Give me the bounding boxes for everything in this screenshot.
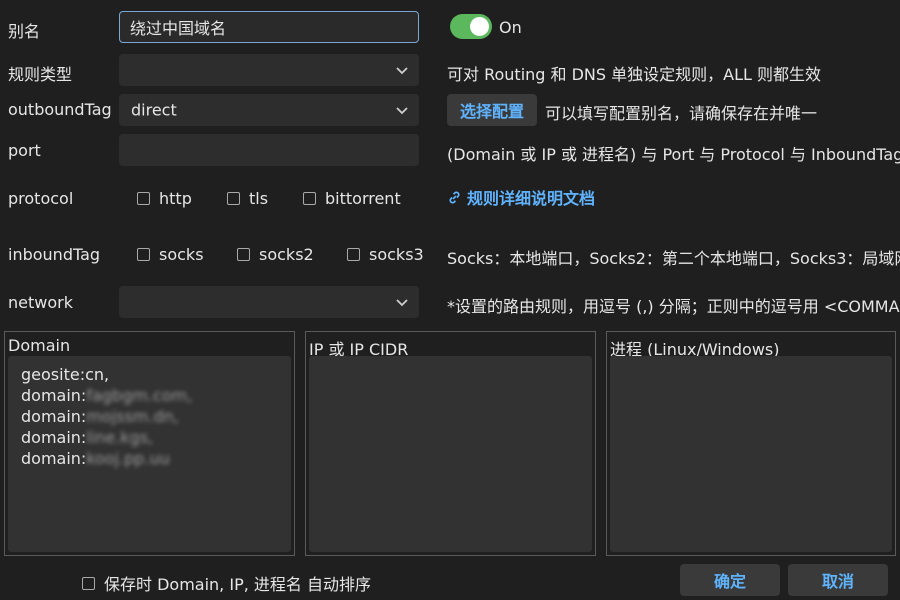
outbound-hint: 可以填写配置别名，请确保存在并唯一 <box>545 104 818 123</box>
domain-panel: Domain geosite:cn, domain:fagbgm.com, do… <box>4 331 295 556</box>
chevron-down-icon <box>396 107 408 115</box>
ok-button[interactable]: 确定 <box>680 564 780 596</box>
domain-line: domain:mojssm.dn, <box>21 407 179 426</box>
port-input[interactable] <box>119 134 419 166</box>
enabled-label: On <box>499 18 522 37</box>
ip-textarea[interactable] <box>309 356 592 552</box>
cancel-button[interactable]: 取消 <box>788 564 888 596</box>
autosort-label: 保存时 Domain, IP, 进程名 自动排序 <box>104 575 371 594</box>
alias-label: 别名 <box>8 22 41 41</box>
port-hint: (Domain 或 IP 或 进程名) 与 Port 与 Protocol 与 … <box>447 145 900 164</box>
toggle-knob <box>470 17 489 36</box>
checkbox-label: socks2 <box>259 245 314 264</box>
inbound-checkbox-socks3[interactable]: socks3 <box>347 245 424 264</box>
alias-value: 绕过中国域名 <box>130 19 227 38</box>
inbound-hint: Socks：本地端口，Socks2：第二个本地端口，Socks3：局域网 <box>447 249 900 268</box>
inbound-checkbox-socks[interactable]: socks <box>137 245 204 264</box>
checkbox-label: socks3 <box>369 245 424 264</box>
domain-line: geosite:cn, <box>21 365 110 384</box>
checkbox-label: tls <box>249 189 269 208</box>
domain-panel-title: Domain <box>8 336 71 355</box>
ip-panel: IP 或 IP CIDR <box>305 331 596 556</box>
rule-type-select[interactable] <box>119 54 419 86</box>
inbound-checkbox-socks2[interactable]: socks2 <box>237 245 314 264</box>
protocol-checkbox-tls[interactable]: tls <box>227 189 268 208</box>
checkbox-label: http <box>159 189 192 208</box>
chevron-down-icon <box>396 67 408 75</box>
select-config-button[interactable]: 选择配置 <box>447 94 537 126</box>
process-panel: 进程 (Linux/Windows) <box>606 331 896 556</box>
checkbox-icon[interactable] <box>137 248 150 261</box>
network-label: network <box>8 293 73 312</box>
outbound-value: direct <box>131 100 177 120</box>
domain-line: domain:fagbgm.com, <box>21 386 193 405</box>
rule-type-label: 规则类型 <box>8 65 73 84</box>
enabled-toggle[interactable] <box>450 14 492 39</box>
domain-textarea[interactable]: geosite:cn, domain:fagbgm.com, domain:mo… <box>8 356 291 552</box>
protocol-label: protocol <box>8 189 74 208</box>
domain-line: domain:kooj.pp.uu <box>21 449 170 468</box>
process-textarea[interactable] <box>610 356 892 552</box>
checkbox-icon[interactable] <box>137 192 150 205</box>
domain-lines: geosite:cn, domain:fagbgm.com, domain:mo… <box>21 364 192 469</box>
network-select[interactable] <box>119 286 419 318</box>
checkbox-label: socks <box>159 245 204 264</box>
port-label: port <box>8 141 41 160</box>
chevron-down-icon <box>396 299 408 307</box>
doc-link[interactable]: 规则详细说明文档 <box>447 185 595 209</box>
network-hint: *设置的路由规则，用逗号 (,) 分隔；正则中的逗号用 <COMMA> <box>447 297 900 316</box>
outbound-select[interactable]: direct <box>119 94 419 126</box>
checkbox-icon[interactable] <box>237 248 250 261</box>
checkbox-icon[interactable] <box>347 248 360 261</box>
link-icon <box>449 191 460 203</box>
rule-type-hint: 可对 Routing 和 DNS 单独设定规则，ALL 则都生效 <box>447 65 821 84</box>
checkbox-icon[interactable] <box>227 192 240 205</box>
autosort-checkbox[interactable]: 保存时 Domain, IP, 进程名 自动排序 <box>82 571 371 595</box>
checkbox-label: bittorrent <box>325 189 401 208</box>
protocol-checkbox-http[interactable]: http <box>137 189 192 208</box>
checkbox-icon[interactable] <box>303 192 316 205</box>
protocol-checkbox-bittorrent[interactable]: bittorrent <box>303 189 401 208</box>
doc-link-text[interactable]: 规则详细说明文档 <box>467 185 595 209</box>
checkbox-icon[interactable] <box>82 576 95 590</box>
outbound-label: outboundTag <box>8 100 112 119</box>
inbound-label: inboundTag <box>8 245 101 264</box>
domain-line: domain:line.kgs, <box>21 428 154 447</box>
alias-input[interactable]: 绕过中国域名 <box>119 11 419 43</box>
